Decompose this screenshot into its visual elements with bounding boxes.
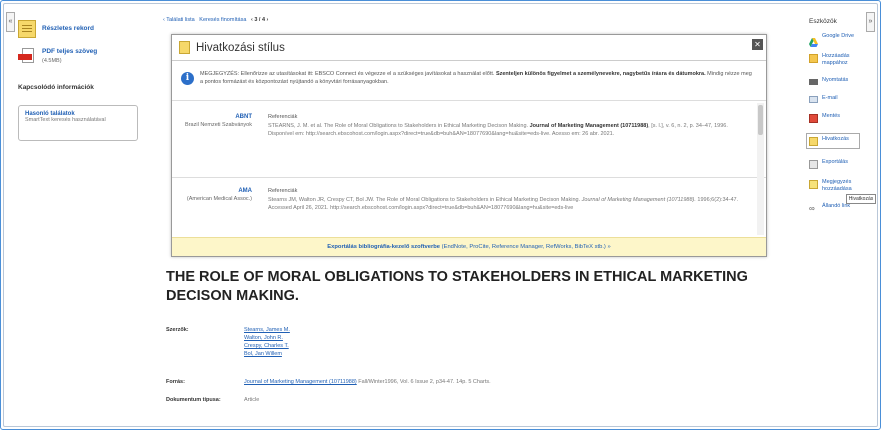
google-drive-button[interactable]: Google Drive <box>809 33 869 47</box>
document-icon <box>18 20 36 38</box>
add-note-button[interactable]: Megjegyzés hozzáadása <box>809 179 869 193</box>
refine-search-link[interactable]: Keresés finomítása <box>199 17 246 23</box>
breadcrumb: ‹ Találati lista Keresés finomítása ‹ 3 … <box>163 17 268 23</box>
citation-ama: AMA (American Medical Assoc.) Referenciá… <box>172 187 762 213</box>
print-button[interactable]: Nyomtatás <box>809 77 869 85</box>
note-icon <box>809 180 818 189</box>
modal-scrollbar[interactable] <box>757 103 764 235</box>
collapse-left-handle[interactable]: « <box>6 12 15 32</box>
save-button[interactable]: Mentés <box>809 113 869 123</box>
cite-button[interactable]: Hivatkozás <box>806 133 860 149</box>
author-link[interactable]: Stearns, James M. <box>244 326 664 334</box>
article-title: THE ROLE OF MORAL OBLIGATIONS TO STAKEHO… <box>166 269 748 304</box>
export-button[interactable]: Exportálás <box>809 159 869 169</box>
add-to-folder-button[interactable]: Hozzáadás mappához <box>809 53 869 67</box>
export-bibliography-link[interactable]: Exportálás bibliográfia-kezelő szoftverb… <box>172 237 766 256</box>
modal-title: Hivatkozási stílus <box>196 41 285 54</box>
related-info-heading: Kapcsolódó információk <box>18 84 94 91</box>
author-link[interactable]: Crespy, Charles T. <box>244 342 664 350</box>
divider <box>172 177 766 178</box>
email-button[interactable]: E-mail <box>809 95 869 103</box>
tools-heading: Eszközök <box>809 18 837 25</box>
citation-format-name: AMA <box>238 188 252 194</box>
folder-icon <box>809 54 818 63</box>
pdf-icon <box>18 48 36 66</box>
citation-text[interactable]: Referenciák Stearns JM, Walton JR, Cresp… <box>268 187 748 213</box>
divider <box>172 100 766 101</box>
save-icon <box>809 114 818 123</box>
export-icon <box>809 160 818 169</box>
pdf-full-text-link[interactable]: PDF teljes szöveg (4.5MB) <box>18 48 138 66</box>
email-icon <box>809 96 818 103</box>
permalink-button[interactable]: ∞ Állandó link <box>809 203 869 213</box>
detailed-record-link[interactable]: Részletes rekord <box>18 20 138 38</box>
left-sidebar: Részletes rekord PDF teljes szöveg (4.5M… <box>18 20 138 141</box>
citation-icon <box>179 41 190 54</box>
close-icon[interactable]: ✕ <box>752 39 763 50</box>
cite-tooltip: Hivatkozás <box>846 194 876 204</box>
pdf-size: (4.5MB) <box>42 58 62 64</box>
result-position[interactable]: ‹ 3 / 4 › <box>251 17 268 23</box>
result-list-link[interactable]: ‹ Találati lista <box>163 17 195 23</box>
citation-text[interactable]: Referenciák STEARNS, J. M. et al. The Ro… <box>268 113 748 139</box>
source-journal-link[interactable]: Journal of Marketing Management (1071198… <box>244 379 357 385</box>
citation-modal: Hivatkozási stílus ✕ i MEGJEGYZÉS: Ellen… <box>171 34 767 257</box>
citation-note: i MEGJEGYZÉS: Ellenőrizze az utasításoka… <box>181 70 756 86</box>
cite-icon <box>809 137 818 146</box>
link-icon: ∞ <box>809 204 815 213</box>
tools-panel: Eszközök Google Drive Hozzáadás mappához… <box>806 18 869 223</box>
similar-results-box[interactable]: Hasonló találatok SmartText keresés hasz… <box>18 105 138 141</box>
citation-format-name: ABNT <box>235 114 252 120</box>
citation-format-desc: Brazil Nemzeti Szabványok <box>185 122 252 128</box>
google-drive-icon <box>809 34 818 47</box>
citation-format-desc: (American Medical Assoc.) <box>186 196 252 202</box>
print-icon <box>809 79 818 85</box>
modal-header: Hivatkozási stílus <box>172 35 766 61</box>
author-link[interactable]: Walton, John R. <box>244 334 664 342</box>
info-icon: i <box>181 72 194 85</box>
author-link[interactable]: Bol, Jan Willem <box>244 350 664 358</box>
citation-abnt: ABNT Brazil Nemzeti Szabványok Referenci… <box>172 113 762 139</box>
